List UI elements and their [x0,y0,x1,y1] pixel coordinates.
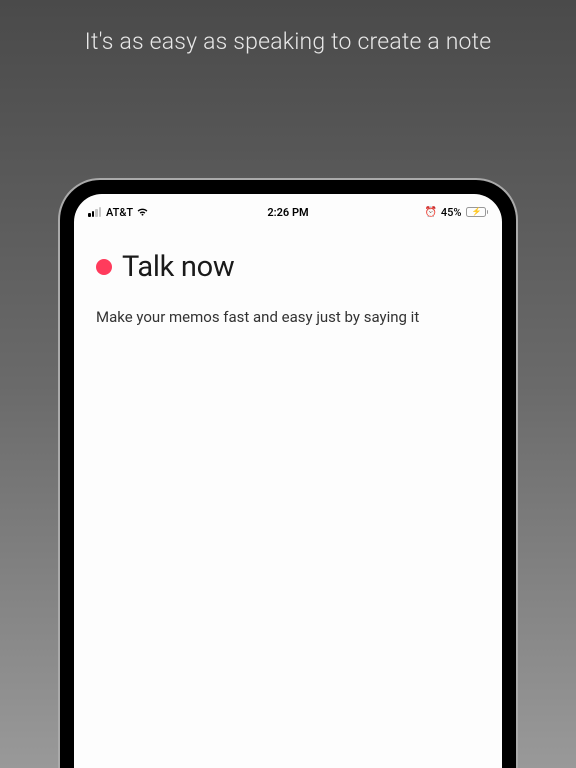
status-time: 2:26 PM [267,206,308,219]
app-title: Talk now [122,250,234,284]
status-bar: AT&T 2:26 PM ⏰ 45% ⚡ [74,194,502,222]
device-screen: AT&T 2:26 PM ⏰ 45% ⚡ [74,194,502,768]
status-right: ⏰ 45% ⚡ [424,206,488,219]
carrier-label: AT&T [106,206,133,219]
battery-percent: 45% [441,206,462,219]
signal-icon [88,207,101,217]
app-content: Talk now Make your memos fast and easy j… [74,222,502,326]
promo-headline: It's as easy as speaking to create a not… [0,0,576,55]
device-frame: AT&T 2:26 PM ⏰ 45% ⚡ [58,178,518,768]
battery-icon: ⚡ [466,207,489,217]
alarm-icon: ⏰ [424,207,436,218]
memo-text: Make your memos fast and easy just by sa… [96,308,480,326]
wifi-icon [136,207,149,217]
record-icon[interactable] [96,259,112,275]
status-left: AT&T [88,206,149,219]
title-row[interactable]: Talk now [96,250,480,284]
